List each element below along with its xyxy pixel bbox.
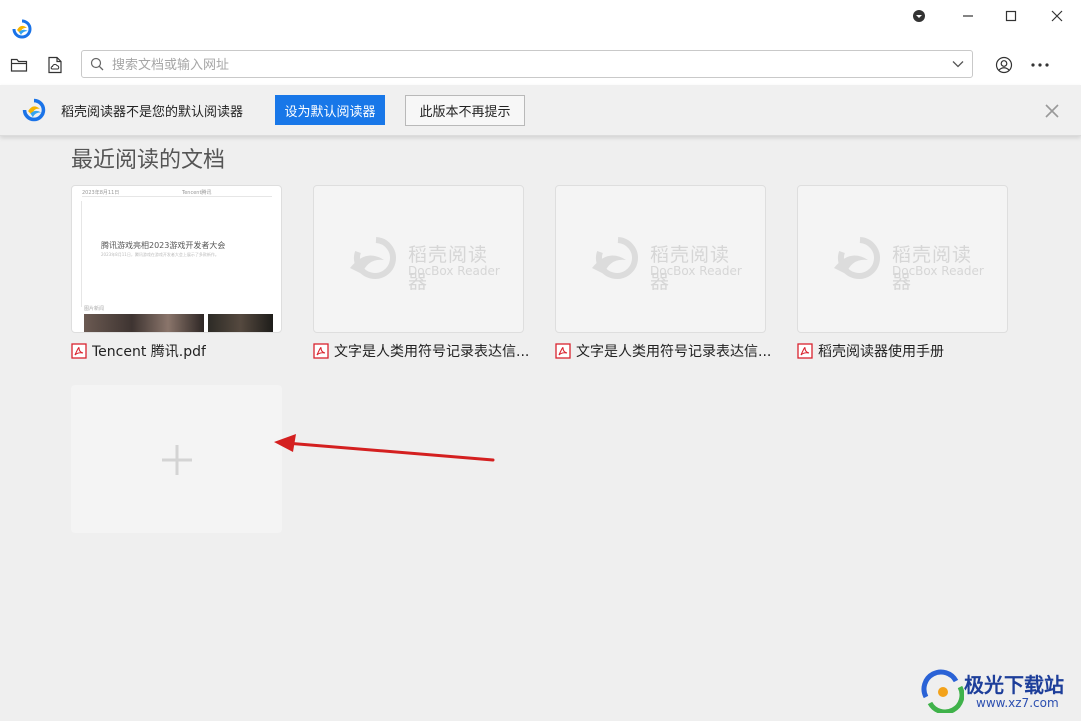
site-watermark-cn: 极光下载站 xyxy=(964,673,1064,697)
user-icon xyxy=(995,56,1013,74)
add-document-card[interactable] xyxy=(71,385,282,533)
default-reader-notice: 稻壳阅读器不是您的默认阅读器 设为默认阅读器 此版本不再提示 xyxy=(0,85,1081,136)
close-icon xyxy=(1045,104,1059,118)
plus-icon xyxy=(162,445,192,475)
recent-doc-label[interactable]: 文字是人类用符号记录表达信... xyxy=(313,341,543,361)
address-history-dropdown[interactable] xyxy=(948,55,968,73)
preview-divider xyxy=(82,196,272,197)
recent-doc-name: Tencent 腾讯.pdf xyxy=(92,344,206,360)
app-logo-icon xyxy=(22,98,46,122)
recent-doc-card[interactable]: 稻壳阅读器 DocBox Reader xyxy=(313,185,524,333)
recent-doc-label[interactable]: 稻壳阅读器使用手册 xyxy=(797,341,1027,361)
folder-icon xyxy=(10,58,28,72)
preview-title: 腾讯游戏亮相2023游戏开发者大会 xyxy=(101,241,226,250)
more-options-button[interactable] xyxy=(1028,53,1052,77)
annotation-arrow-icon xyxy=(274,434,495,462)
search-input[interactable] xyxy=(110,53,934,77)
close-icon xyxy=(1051,10,1063,22)
recent-doc-card[interactable]: 稻壳阅读器 DocBox Reader xyxy=(797,185,1008,333)
account-button[interactable] xyxy=(992,53,1016,77)
pdf-icon xyxy=(71,343,87,359)
thumbnail-watermark-en: DocBox Reader xyxy=(650,264,742,278)
chevron-down-icon xyxy=(952,61,964,68)
app-logo-icon xyxy=(12,19,32,39)
pdf-icon xyxy=(555,343,571,359)
notice-close-button[interactable] xyxy=(1041,100,1063,122)
cloud-document-button[interactable] xyxy=(43,53,67,77)
docbox-logo-icon xyxy=(592,237,638,279)
preview-margin-line xyxy=(81,201,82,307)
pdf-icon xyxy=(313,343,329,359)
address-bar xyxy=(81,50,973,78)
recent-doc-label[interactable]: Tencent 腾讯.pdf xyxy=(71,341,301,361)
maximize-button[interactable] xyxy=(988,0,1034,32)
preview-photo xyxy=(84,314,204,332)
title-bar xyxy=(0,0,1081,45)
set-default-reader-button[interactable]: 设为默认阅读器 xyxy=(275,95,385,125)
minimize-button[interactable] xyxy=(945,0,991,32)
thumbnail-watermark-en: DocBox Reader xyxy=(408,264,500,278)
recent-doc-name: 文字是人类用符号记录表达信... xyxy=(334,344,530,360)
search-icon xyxy=(90,57,104,71)
site-watermark-en: www.xz7.com xyxy=(976,696,1059,710)
recent-doc-name: 文字是人类用符号记录表达信... xyxy=(576,344,772,360)
close-window-button[interactable] xyxy=(1034,0,1080,32)
recent-doc-name: 稻壳阅读器使用手册 xyxy=(818,344,944,360)
minimize-icon xyxy=(963,15,973,17)
recent-doc-card[interactable]: 稻壳阅读器 DocBox Reader xyxy=(555,185,766,333)
site-watermark: 极光下载站 www.xz7.com xyxy=(920,665,1080,717)
pdf-icon xyxy=(797,343,813,359)
thumbnail-watermark-en: DocBox Reader xyxy=(892,264,984,278)
preview-section: 图片新闻 xyxy=(84,306,105,312)
notice-message: 稻壳阅读器不是您的默认阅读器 xyxy=(61,105,244,120)
more-horizontal-icon xyxy=(1031,63,1049,67)
cloud-document-icon xyxy=(48,56,62,74)
thumbnail-watermark: 稻壳阅读器 DocBox Reader xyxy=(344,234,504,293)
preview-subtitle: 2023年8月11日，腾讯游戏在游戏开发者大会上展示了多款新作。 xyxy=(101,252,219,257)
thumbnail-watermark: 稻壳阅读器 DocBox Reader xyxy=(828,234,988,293)
open-folder-button[interactable] xyxy=(7,53,31,77)
docbox-logo-icon xyxy=(834,237,880,279)
preview-header-date: 2023年8月11日 xyxy=(82,190,120,196)
preview-photo xyxy=(208,314,273,332)
chevron-down-circle-icon xyxy=(913,10,925,22)
maximize-icon xyxy=(1005,10,1017,22)
menu-dropdown-button[interactable] xyxy=(896,0,942,32)
recent-doc-label[interactable]: 文字是人类用符号记录表达信... xyxy=(555,341,785,361)
site-logo-icon xyxy=(921,669,964,713)
docbox-logo-icon xyxy=(350,237,396,279)
preview-header-source: Tencent腾讯 xyxy=(182,190,212,196)
dont-remind-button[interactable]: 此版本不再提示 xyxy=(405,95,525,126)
recent-doc-card[interactable]: 2023年8月11日 Tencent腾讯 腾讯游戏亮相2023游戏开发者大会 2… xyxy=(71,185,282,333)
recent-docs-title: 最近阅读的文档 xyxy=(71,148,226,173)
thumbnail-watermark: 稻壳阅读器 DocBox Reader xyxy=(586,234,746,293)
